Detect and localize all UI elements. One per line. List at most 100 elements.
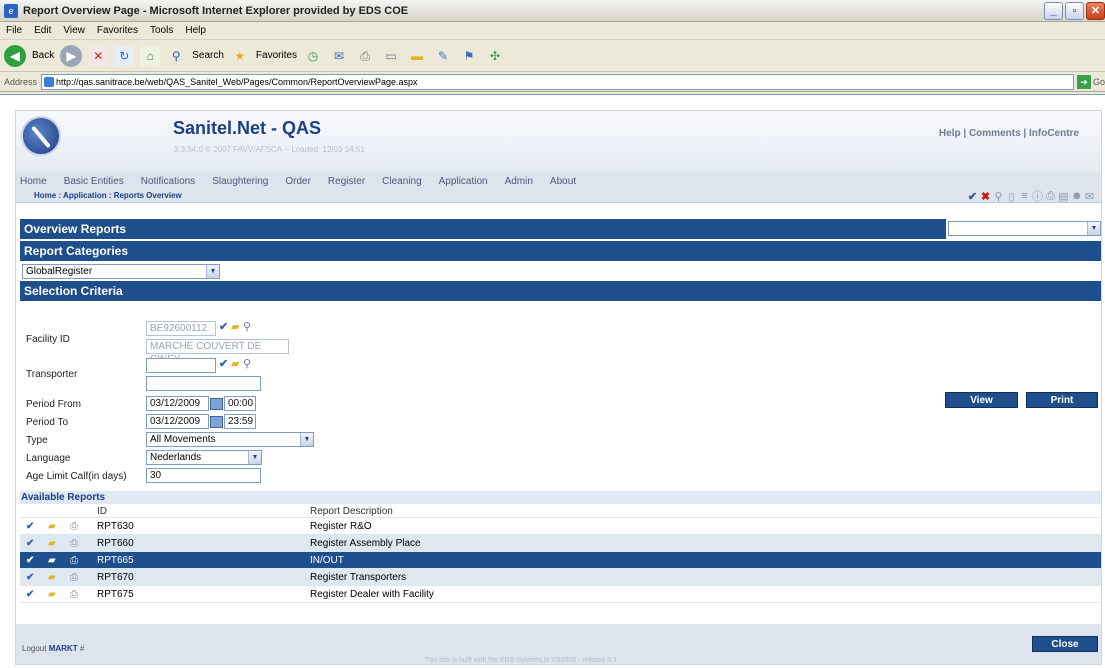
go-button[interactable]: Go — [1093, 77, 1105, 87]
period-from-date-field[interactable]: 03/12/2009 — [146, 396, 209, 411]
table-row[interactable]: ✔ ▰ ⎙ RPT660 Register Assembly Place — [20, 535, 1101, 552]
url-input[interactable]: http://qas.sanitrace.be/web/QAS_Sanitel_… — [41, 73, 1075, 90]
menu-view[interactable]: View — [63, 25, 85, 36]
help-link[interactable]: Help — [939, 128, 961, 139]
category-select[interactable]: GlobalRegister ▼ — [22, 264, 220, 279]
breadcrumb[interactable]: Home : Application : Reports Overview — [34, 191, 182, 200]
print-icon[interactable]: ⎙ — [1045, 190, 1056, 203]
chevron-down-icon[interactable]: ▼ — [1087, 222, 1100, 235]
history-icon[interactable]: ◷ — [303, 46, 323, 66]
chevron-down-icon[interactable]: ▼ — [300, 433, 313, 446]
menu-tools[interactable]: Tools — [150, 25, 173, 36]
table-row[interactable]: ✔ ▰ ⎙ RPT675 Register Dealer with Facili… — [20, 586, 1101, 603]
chevron-down-icon[interactable]: ▼ — [206, 265, 219, 278]
favorites-button-label[interactable]: Favorites — [256, 50, 297, 61]
calendar-icon[interactable] — [210, 416, 223, 428]
home-icon[interactable]: ⌂ — [140, 45, 161, 66]
facility-id-field[interactable]: BE92600112 — [146, 321, 216, 336]
folder-icon[interactable]: ▰ — [231, 357, 239, 370]
nav-cleaning[interactable]: Cleaning — [382, 176, 421, 187]
nav-order[interactable]: Order — [285, 176, 311, 187]
folder-icon[interactable]: ▬ — [407, 46, 427, 66]
logout-link[interactable]: Logout — [22, 644, 46, 653]
print-icon[interactable]: ⎙ — [70, 569, 78, 586]
refresh-icon[interactable]: ↻ — [114, 45, 135, 66]
nav-home[interactable]: Home — [20, 176, 47, 187]
nav-register[interactable]: Register — [328, 176, 365, 187]
period-to-date-field[interactable]: 03/12/2009 — [146, 414, 209, 429]
print-icon[interactable]: ⎙ — [70, 535, 78, 552]
go-arrow-icon[interactable]: ➜ — [1077, 74, 1091, 89]
search-icon[interactable]: ⚲ — [166, 46, 186, 66]
new-icon[interactable]: ▯ — [1006, 190, 1017, 203]
close-window-button[interactable]: ✕ — [1086, 2, 1105, 20]
cancel-icon[interactable]: ✖ — [980, 190, 991, 203]
chevron-down-icon[interactable]: ▼ — [248, 451, 261, 464]
transporter-id-field[interactable] — [146, 358, 216, 373]
search-icon[interactable]: ⚲ — [243, 357, 251, 370]
nav-basic-entities[interactable]: Basic Entities — [64, 176, 124, 187]
users-icon[interactable]: ☻ — [1071, 190, 1083, 202]
folder-icon[interactable]: ▰ — [48, 586, 56, 603]
period-to-time-field[interactable]: 23:59 — [224, 414, 256, 429]
language-select[interactable]: Nederlands ▼ — [146, 450, 262, 465]
check-icon[interactable]: ✔ — [26, 569, 34, 586]
folder-icon[interactable]: ▰ — [231, 320, 239, 333]
tools-icon[interactable]: ✣ — [485, 46, 505, 66]
check-icon[interactable]: ✔ — [219, 320, 228, 333]
forward-arrow-icon[interactable]: ▶ — [60, 44, 83, 67]
nav-about[interactable]: About — [550, 176, 576, 187]
overview-select[interactable]: ▼ — [948, 221, 1101, 236]
messenger-icon[interactable]: ⚑ — [459, 46, 479, 66]
folder-icon[interactable]: ▰ — [48, 552, 56, 569]
table-row-selected[interactable]: ✔ ▰ ⎙ RPT665 IN/OUT — [20, 552, 1101, 569]
check-icon[interactable]: ✔ — [219, 357, 228, 370]
back-arrow-icon[interactable]: ◀ — [4, 44, 26, 67]
folder-icon[interactable]: ▰ — [48, 518, 56, 535]
menu-edit[interactable]: Edit — [34, 25, 51, 36]
research-icon[interactable]: ✎ — [433, 46, 453, 66]
search-icon[interactable]: ⚲ — [993, 190, 1004, 203]
minimize-button[interactable]: _ — [1044, 2, 1063, 20]
edit-icon[interactable]: ▭ — [381, 46, 401, 66]
search-button-label[interactable]: Search — [192, 50, 224, 61]
print-icon[interactable]: ⎙ — [355, 46, 375, 66]
favorites-star-icon[interactable]: ★ — [230, 46, 250, 66]
nav-application[interactable]: Application — [439, 176, 488, 187]
menu-file[interactable]: File — [6, 25, 22, 36]
print-icon[interactable]: ⎙ — [70, 518, 78, 535]
folder-icon[interactable]: ▰ — [48, 569, 56, 586]
menu-favorites[interactable]: Favorites — [97, 25, 138, 36]
type-select[interactable]: All Movements ▼ — [146, 432, 314, 447]
view-button[interactable]: View — [945, 392, 1018, 408]
mail-icon[interactable]: ✉ — [1084, 190, 1095, 203]
nav-admin[interactable]: Admin — [505, 176, 533, 187]
export-icon[interactable]: ▤ — [1058, 190, 1069, 203]
list-icon[interactable]: ≡ — [1019, 190, 1030, 202]
back-button-label[interactable]: Back — [32, 50, 54, 61]
nav-notifications[interactable]: Notifications — [141, 176, 195, 187]
print-button[interactable]: Print — [1026, 392, 1098, 408]
calendar-icon[interactable] — [210, 398, 223, 410]
mail-icon[interactable]: ✉ — [329, 46, 349, 66]
age-limit-field[interactable]: 30 — [146, 468, 261, 483]
stop-icon[interactable]: ✕ — [88, 45, 109, 66]
nav-slaughtering[interactable]: Slaughtering — [212, 176, 268, 187]
table-row[interactable]: ✔ ▰ ⎙ RPT630 Register R&O — [20, 518, 1101, 535]
check-icon[interactable]: ✔ — [26, 535, 34, 552]
period-from-time-field[interactable]: 00:00 — [224, 396, 256, 411]
check-icon[interactable]: ✔ — [26, 552, 34, 569]
check-icon[interactable]: ✔ — [26, 586, 34, 603]
close-button[interactable]: Close — [1032, 636, 1098, 652]
maximize-button[interactable]: ▫ — [1065, 2, 1084, 20]
check-icon[interactable]: ✔ — [26, 518, 34, 535]
print-icon[interactable]: ⎙ — [70, 552, 78, 569]
menu-help[interactable]: Help — [185, 25, 206, 36]
infocentre-link[interactable]: InfoCentre — [1029, 128, 1079, 139]
info-icon[interactable]: ⓘ — [1032, 188, 1043, 204]
table-row[interactable]: ✔ ▰ ⎙ RPT670 Register Transporters — [20, 569, 1101, 586]
comments-link[interactable]: Comments — [969, 128, 1021, 139]
search-icon[interactable]: ⚲ — [243, 320, 251, 333]
folder-icon[interactable]: ▰ — [48, 535, 56, 552]
print-icon[interactable]: ⎙ — [70, 586, 78, 603]
